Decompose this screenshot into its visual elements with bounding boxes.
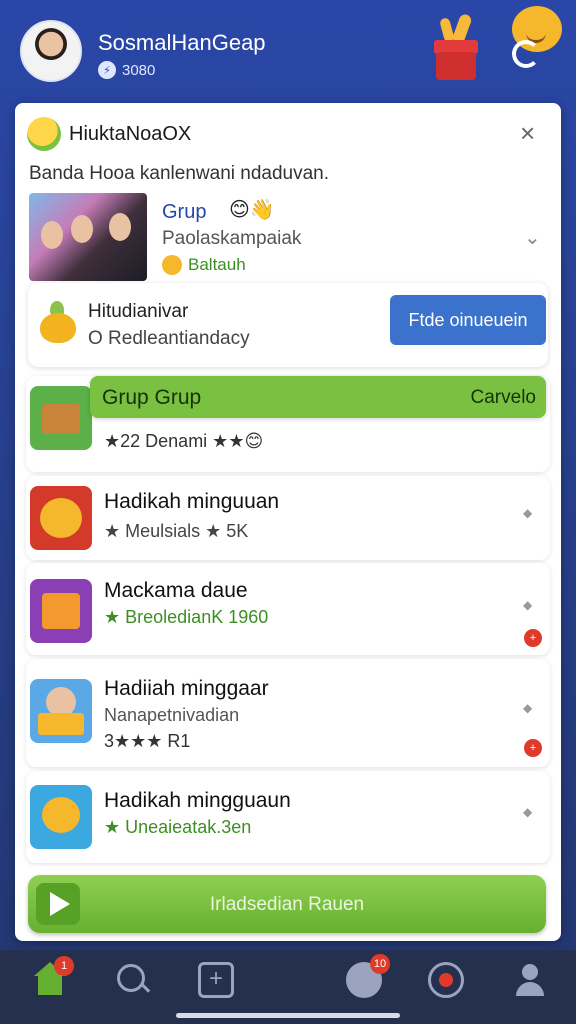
item-subtitle: ★ Uneaieatak.3en [104, 817, 252, 837]
item-title: Hadiiah minggaar [104, 677, 269, 700]
chevron-down-icon[interactable]: ⌄ [524, 225, 541, 250]
group-status-text: Baltauh [188, 255, 246, 274]
alert-badge: + [524, 629, 542, 647]
card-logo-icon [27, 117, 61, 151]
item-subtitle: ★ Meulsials ★ 5K [104, 521, 249, 541]
close-icon[interactable]: × [520, 120, 535, 146]
highlight-row: Hitudianivar O Redleantiandacy Ftde oinu… [28, 283, 548, 367]
card-subtitle: Banda Hooa kanlenwani ndaduvan. [29, 163, 330, 184]
chat-badge: 10 [370, 954, 390, 974]
highlight-title: Hitudianivar [88, 301, 189, 322]
avatar[interactable] [20, 20, 82, 82]
add-icon[interactable]: + [198, 962, 234, 998]
reader-icon [30, 679, 92, 743]
chat-icon[interactable]: 10 [346, 954, 390, 998]
item-rating: 3★★★ R1 [104, 731, 191, 751]
play-label: Irladsedian Rauen [209, 894, 365, 915]
fox-icon [30, 785, 92, 849]
play-bar[interactable]: Irladsedian Rauen [28, 875, 546, 933]
highlight-action-button[interactable]: Ftde oinueuein [390, 295, 546, 345]
main-card: HiuktaNoaOX × Banda Hooa kanlenwani ndad… [15, 103, 561, 941]
home-icon[interactable]: 1 [32, 956, 74, 998]
more-icon[interactable]: ◆ [523, 805, 532, 819]
money-bag-icon [38, 297, 78, 349]
more-icon[interactable]: ◆ [523, 598, 532, 612]
alert-badge: + [524, 739, 542, 757]
chest-icon [30, 386, 92, 450]
home-indicator [176, 1013, 400, 1018]
refresh-icon[interactable] [512, 40, 540, 68]
list-item[interactable]: Hadikah minguuan ★ Meulsials ★ 5K ◆ [26, 476, 550, 560]
coin-balance: ⚡ 3080 [98, 61, 155, 79]
app-name: SosmalHanGeap [98, 30, 266, 55]
group-emoji: 😊👋 [229, 199, 275, 221]
group-name: Grup [162, 201, 207, 223]
list-item[interactable]: Grup Grup Carvelo ★22 Denami ★★😊 [26, 376, 550, 472]
list-item[interactable]: Hadiiah minggaar Nanapetnivadian 3★★★ R1… [26, 659, 550, 767]
item-title: Hadikah mingguaun [104, 789, 291, 812]
card-title: HiuktaNoaOX [69, 123, 192, 145]
group-row[interactable]: Grup 😊👋 Paolaskampaiak Baltauh ⌄ [29, 193, 549, 285]
search-icon[interactable] [115, 962, 151, 998]
cancel-button[interactable]: Carvelo [471, 387, 536, 409]
cat-face-icon [30, 486, 92, 550]
item-title: Mackama daue [104, 579, 248, 602]
group-photo [29, 193, 147, 281]
more-icon[interactable]: ◆ [523, 506, 532, 520]
item-subtitle: ★ BreoledianK 1960 [104, 607, 269, 627]
list-item[interactable]: Mackama daue ★ BreoledianK 1960 ◆ + [26, 563, 550, 655]
more-icon[interactable]: ◆ [523, 701, 532, 715]
home-badge: 1 [54, 956, 74, 976]
highlight-description: O Redleantiandacy [88, 328, 250, 349]
group-description: Paolaskampaiak [162, 228, 302, 249]
group-status: Baltauh [162, 255, 246, 275]
smile-icon [162, 255, 182, 275]
target-icon[interactable] [428, 962, 464, 998]
item-subtitle: Nanapetnivadian [104, 705, 240, 725]
coin-icon: ⚡ [98, 61, 116, 79]
coin-count: 3080 [122, 61, 156, 79]
list-item[interactable]: Hadikah mingguaun ★ Uneaieatak.3en ◆ [26, 771, 550, 863]
gift-icon [30, 579, 92, 643]
item-title: Grup Grup [102, 386, 202, 409]
item-subtitle: ★22 Denami ★★😊 [104, 431, 264, 451]
item-title: Hadikah minguuan [104, 490, 280, 513]
top-header: SosmalHanGeap ⚡ 3080 [0, 0, 576, 100]
profile-icon[interactable] [512, 962, 548, 998]
gift-box-icon[interactable] [430, 12, 482, 82]
group-banner[interactable]: Grup Grup Carvelo [90, 376, 546, 418]
